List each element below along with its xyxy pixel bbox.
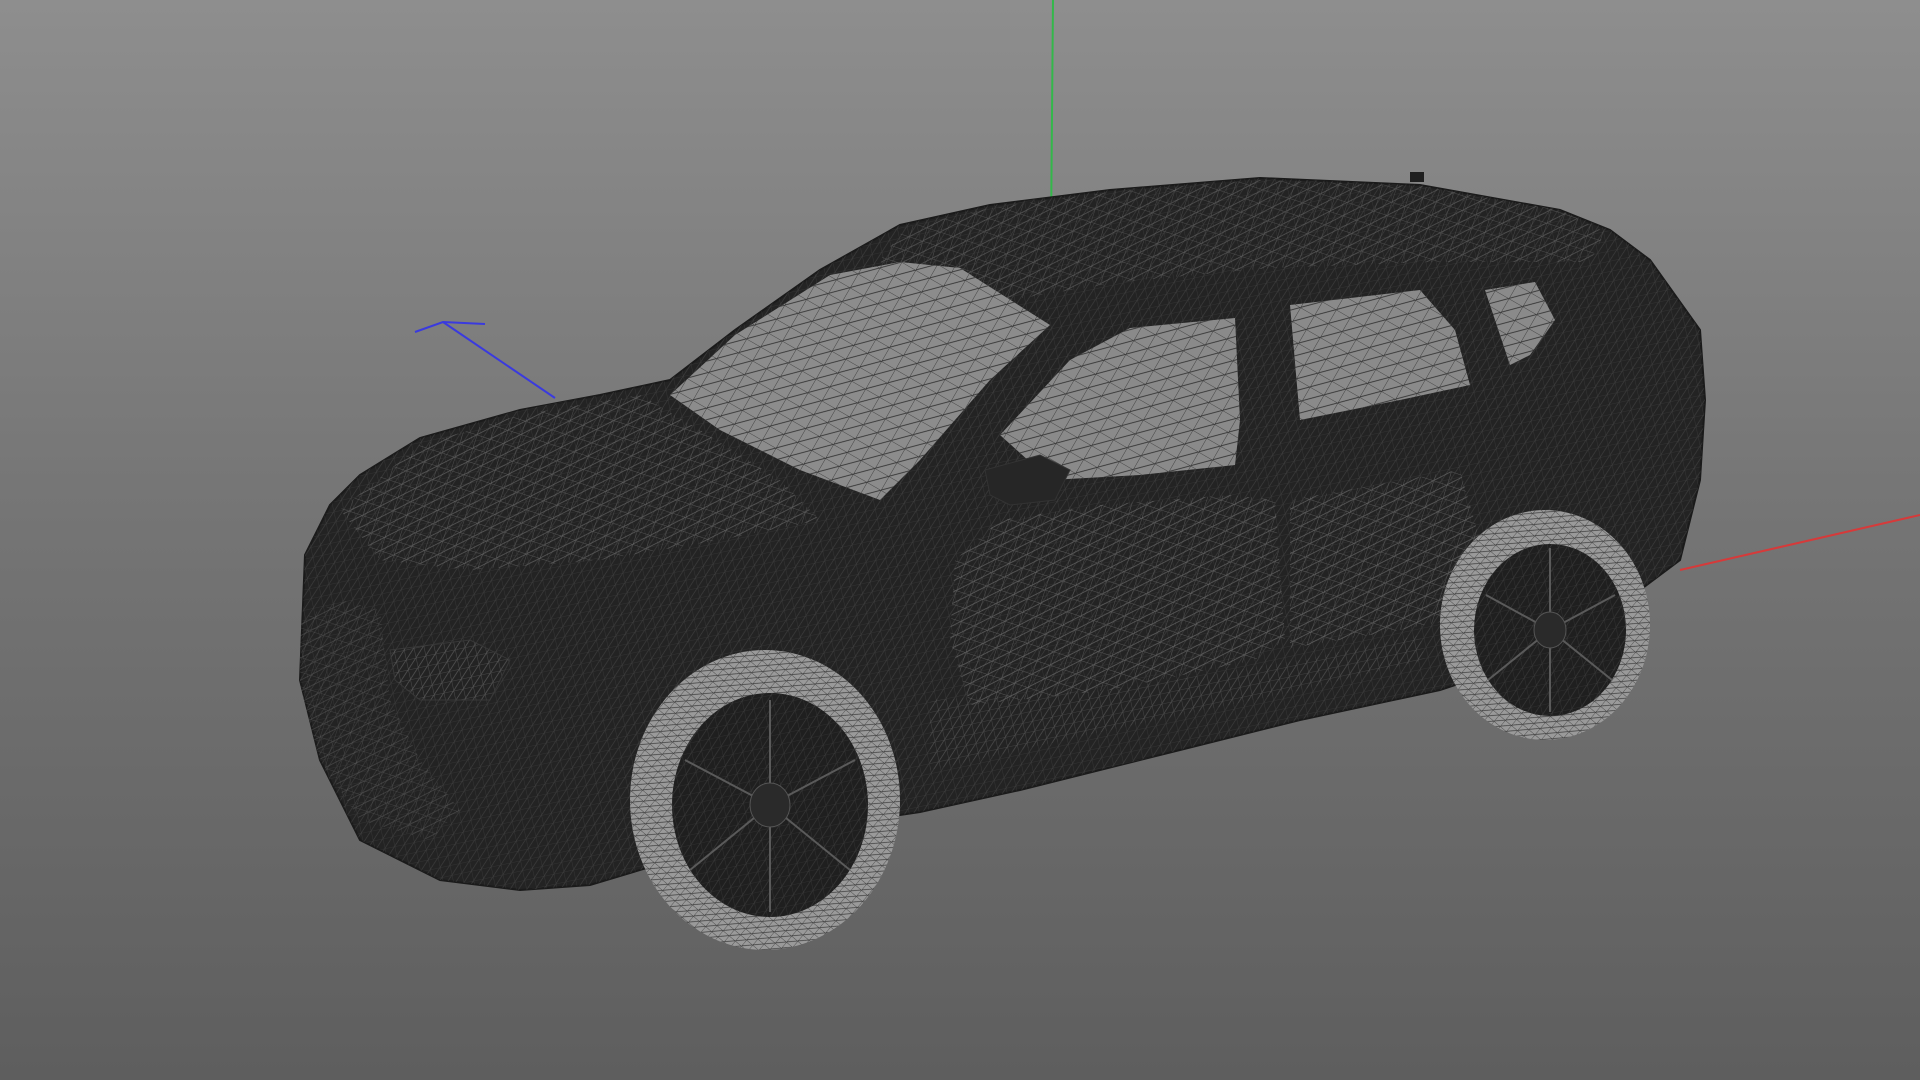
- 3d-viewport[interactable]: [0, 0, 1920, 1080]
- rear-wheel: [1440, 510, 1650, 740]
- front-wheel: [630, 650, 900, 950]
- car-model[interactable]: [298, 172, 1707, 950]
- x-axis-line: [1679, 514, 1920, 571]
- z-axis-line: [442, 321, 556, 399]
- roof-antenna: [1410, 172, 1424, 182]
- viewport-canvas[interactable]: [0, 0, 1920, 1080]
